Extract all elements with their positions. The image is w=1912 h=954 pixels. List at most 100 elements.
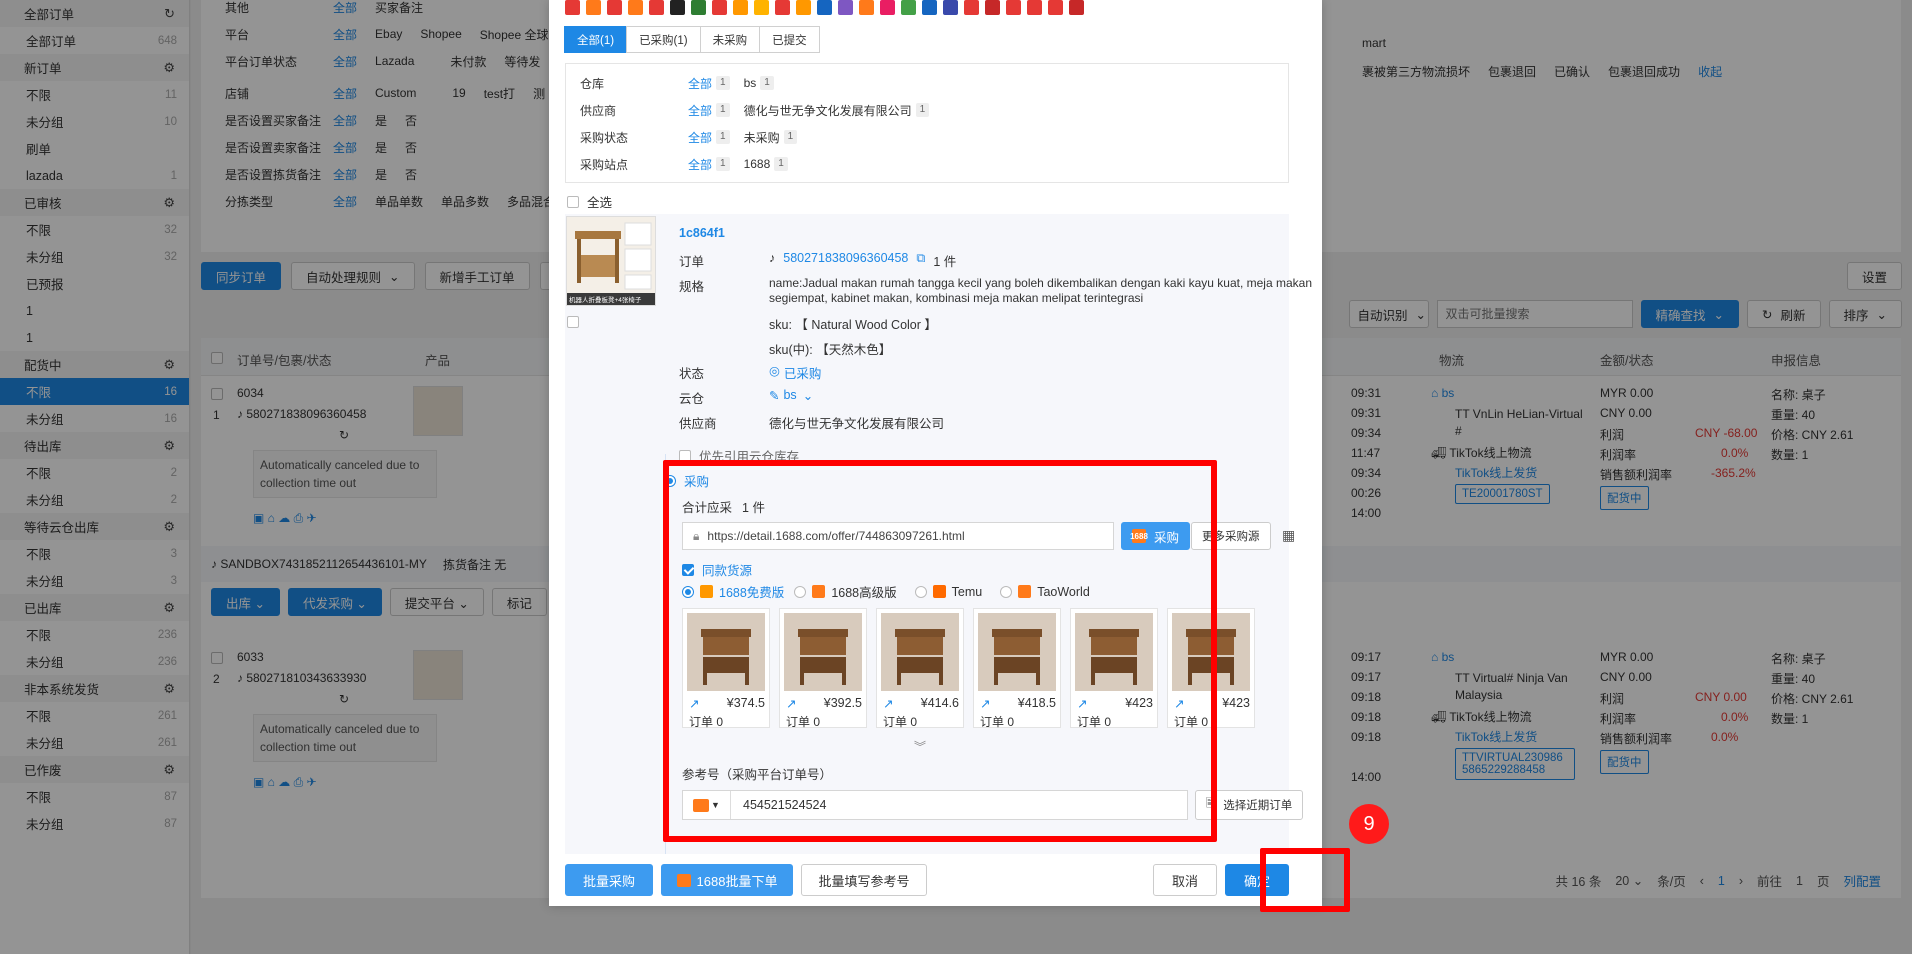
modal-filter-option[interactable]: 未采购	[744, 129, 780, 146]
status-tab[interactable]: 未采购	[699, 26, 761, 53]
platform-logo-icon[interactable]	[859, 0, 874, 15]
platform-logo-icon[interactable]	[649, 0, 664, 15]
1688-logo-icon	[676, 873, 691, 887]
status-tabs: 全部(1) 已采购(1) 未采购 已提交	[564, 26, 820, 53]
select-all-checkbox[interactable]	[567, 195, 579, 208]
platform-logo-icon[interactable]	[565, 0, 580, 15]
platform-logo-icon[interactable]	[628, 0, 643, 15]
platform-logo-icon[interactable]	[733, 0, 748, 15]
status-tab[interactable]: 已提交	[759, 26, 820, 53]
edit-icon[interactable]: ✎	[769, 388, 779, 407]
cloud-row: 云仓 ✎ bs ⌄	[679, 388, 813, 407]
batch-ref-button[interactable]: 批量填写参考号	[801, 864, 927, 896]
status-row: 状态 ◎ 已采购	[679, 363, 821, 382]
check-circle-icon: ◎	[769, 364, 780, 378]
cancel-button[interactable]: 取消	[1153, 864, 1217, 896]
modal-filter-label: 供应商	[580, 103, 617, 118]
platform-logo-icon[interactable]	[796, 0, 811, 15]
modal-filter-option[interactable]: 德化与世无争文化发展有限公司	[744, 102, 912, 119]
highlight-purchase-box	[663, 460, 1217, 842]
sku-code[interactable]: 1c864f1	[679, 226, 725, 240]
order-label: 订单	[679, 255, 705, 269]
status-label: 状态	[679, 367, 705, 381]
qrcode-icon[interactable]: ▦	[1282, 527, 1295, 544]
platform-logo-icon[interactable]	[586, 0, 601, 15]
modal-filter-option[interactable]: 1688	[744, 157, 771, 171]
modal-filter-all[interactable]: 全部	[688, 102, 712, 119]
platform-logo-icon[interactable]	[775, 0, 790, 15]
platform-logo-icon[interactable]	[607, 0, 622, 15]
product-price: ¥423	[1222, 696, 1250, 710]
modal-filter-row: 采购站点 全部 1 1688 1	[580, 155, 802, 173]
recent-label: 选择近期订单	[1223, 800, 1293, 812]
platform-logo-icon[interactable]	[712, 0, 727, 15]
product-thumbnail: 机器人折叠板凳+4张椅子	[566, 216, 656, 306]
order-qty: 1 件	[933, 255, 957, 269]
modal-filter-option-count: 1	[915, 103, 930, 117]
modal-filter-label: 采购状态	[580, 130, 629, 145]
status-tab[interactable]: 全部(1)	[564, 26, 628, 53]
tiktok-icon: ♪	[769, 251, 776, 265]
sku-line: sku: 【 Natural Wood Color 】	[769, 318, 937, 332]
modal-filter-all[interactable]: 全部	[688, 75, 712, 92]
modal-filter-count: 1	[716, 130, 730, 144]
modal-filter-all[interactable]: 全部	[688, 129, 712, 146]
modal-filter-row: 仓库 全部 1 bs 1	[580, 74, 788, 92]
modal-filter-label: 仓库	[580, 76, 605, 91]
platform-logo-icon[interactable]	[1027, 0, 1042, 15]
select-all[interactable]: 全选	[567, 192, 612, 211]
spec-row: 规格 name:Jadual makan rumah tangga kecil …	[679, 276, 1319, 306]
platform-logo-icon[interactable]	[901, 0, 916, 15]
order-number-link[interactable]: 580271838096360458	[783, 251, 908, 270]
item-checkbox[interactable]	[567, 316, 579, 328]
platform-logo-icon[interactable]	[943, 0, 958, 15]
product-image-icon	[567, 217, 655, 305]
modal-filter-count: 1	[716, 157, 730, 171]
platform-logo-icon[interactable]	[754, 0, 769, 15]
supplier-row: 供应商 德化与世无争文化发展有限公司	[679, 413, 944, 432]
status-tab[interactable]: 已采购(1)	[626, 26, 701, 53]
modal-filter-all[interactable]: 全部	[688, 156, 712, 173]
modal-filter-option-count: 1	[760, 76, 774, 90]
modal-filter-count: 1	[716, 76, 730, 90]
cloud-label: 云仓	[679, 392, 705, 406]
order-row: 订单 ♪ 580271838096360458 ⧉ 1 件	[679, 251, 956, 270]
platform-logo-row	[565, 0, 1084, 16]
modal-filter-option-count: 1	[783, 130, 798, 144]
sku-cn-line: sku(中): 【天然木色】	[769, 343, 892, 357]
step-number-badge: 9	[1349, 804, 1389, 844]
spec-label: 规格	[679, 280, 705, 294]
platform-logo-icon[interactable]	[1069, 0, 1084, 15]
platform-logo-icon[interactable]	[1048, 0, 1063, 15]
platform-logo-icon[interactable]	[880, 0, 895, 15]
cloud-value[interactable]: bs	[783, 388, 796, 407]
modal-filter-row: 采购状态 全部 1 未采购 1	[580, 128, 811, 146]
modal-filter-label: 采购站点	[580, 157, 629, 172]
supplier-value: 德化与世无争文化发展有限公司	[769, 417, 945, 431]
batch-1688-label: 1688批量下单	[696, 873, 778, 889]
platform-logo-icon[interactable]	[670, 0, 685, 15]
modal-filter-option[interactable]: bs	[744, 76, 757, 90]
platform-logo-icon[interactable]	[922, 0, 937, 15]
platform-logo-icon[interactable]	[838, 0, 853, 15]
supplier-label: 供应商	[679, 417, 717, 431]
platform-logo-icon[interactable]	[964, 0, 979, 15]
spec-name: name:Jadual makan rumah tangga kecil yan…	[769, 276, 1312, 305]
batch-1688-button[interactable]: 1688批量下单	[661, 864, 793, 896]
batch-buy-button[interactable]: 批量采购	[565, 864, 653, 896]
modal-filter-box: 仓库 全部 1 bs 1 供应商 全部 1 德化与世无争文化发展有限公司 1 采购状态 全部 1 未采购 1…	[565, 63, 1289, 183]
platform-logo-icon[interactable]	[817, 0, 832, 15]
platform-logo-icon[interactable]	[985, 0, 1000, 15]
modal-footer: 批量采购 1688批量下单 批量填写参考号 取消 确定	[565, 860, 1305, 900]
thumb-caption: 机器人折叠板凳+4张椅子	[569, 297, 642, 304]
status-value: 已采购	[783, 367, 822, 381]
chevron-down-icon[interactable]: ⌄	[803, 388, 813, 407]
select-all-label: 全选	[587, 196, 613, 210]
modal-filter-row: 供应商 全部 1 德化与世无争文化发展有限公司 1	[580, 101, 943, 119]
modal-filter-option-count: 1	[774, 157, 788, 171]
sku-code-text: 1c864f1	[679, 226, 725, 240]
platform-logo-icon[interactable]	[691, 0, 706, 15]
highlight-confirm-box	[1260, 848, 1350, 912]
copy-icon[interactable]: ⧉	[916, 251, 925, 270]
platform-logo-icon[interactable]	[1006, 0, 1021, 15]
